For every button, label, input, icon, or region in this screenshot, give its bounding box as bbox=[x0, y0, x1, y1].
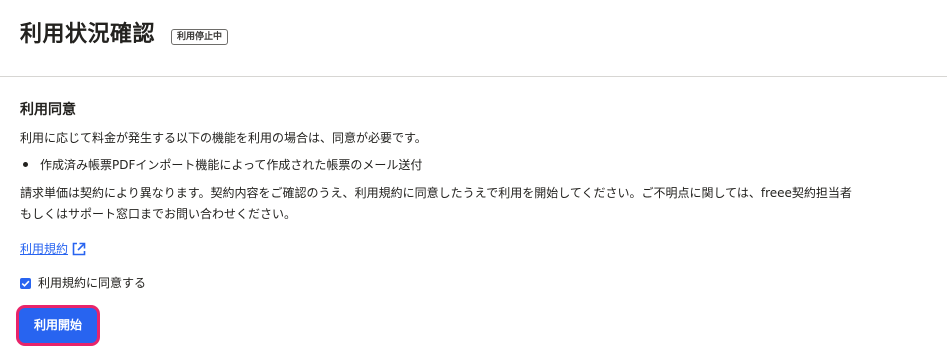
notice-line: もしくはサポート窓口までお問い合わせください。 bbox=[20, 207, 297, 221]
feature-label: 作成済み帳票PDFインポート機能によって作成された帳票のメール送付 bbox=[40, 158, 423, 172]
external-link-icon bbox=[71, 241, 87, 257]
intro-text: 利用に応じて料金が発生する以下の機能を利用の場合は、同意が必要です。 bbox=[20, 131, 427, 145]
terms-link-label: 利用規約 bbox=[20, 242, 69, 256]
terms-link[interactable]: 利用規約 bbox=[20, 241, 87, 257]
section-heading: 利用同意 bbox=[20, 102, 76, 118]
status-badge: 利用停止中 bbox=[171, 29, 229, 45]
pricing-notice: 請求単価は契約により異なります。契約内容をご確認のうえ、利用規約に同意したうえで… bbox=[20, 183, 925, 225]
notice-line: 請求単価は契約により異なります。契約内容をご確認のうえ、利用規約に同意したうえで… bbox=[20, 186, 852, 200]
start-button-highlight: 利用開始 bbox=[16, 305, 101, 346]
usage-status-page: 利用状況確認 利用停止中 利用同意 利用に応じて料金が発生する以下の機能を利用の… bbox=[0, 0, 947, 359]
agree-row: 利用規約に同意する bbox=[20, 275, 146, 291]
check-icon bbox=[21, 280, 30, 287]
list-item: 作成済み帳票PDFインポート機能によって作成された帳票のメール送付 bbox=[20, 157, 422, 173]
bullet-icon bbox=[23, 162, 28, 167]
agree-checkbox[interactable] bbox=[20, 277, 31, 289]
start-button[interactable]: 利用開始 bbox=[19, 308, 98, 343]
feature-list: 作成済み帳票PDFインポート機能によって作成された帳票のメール送付 bbox=[20, 157, 422, 173]
page-header: 利用状況確認 利用停止中 bbox=[0, 0, 947, 77]
page-title: 利用状況確認 bbox=[20, 22, 156, 47]
agree-label: 利用規約に同意する bbox=[38, 276, 147, 290]
